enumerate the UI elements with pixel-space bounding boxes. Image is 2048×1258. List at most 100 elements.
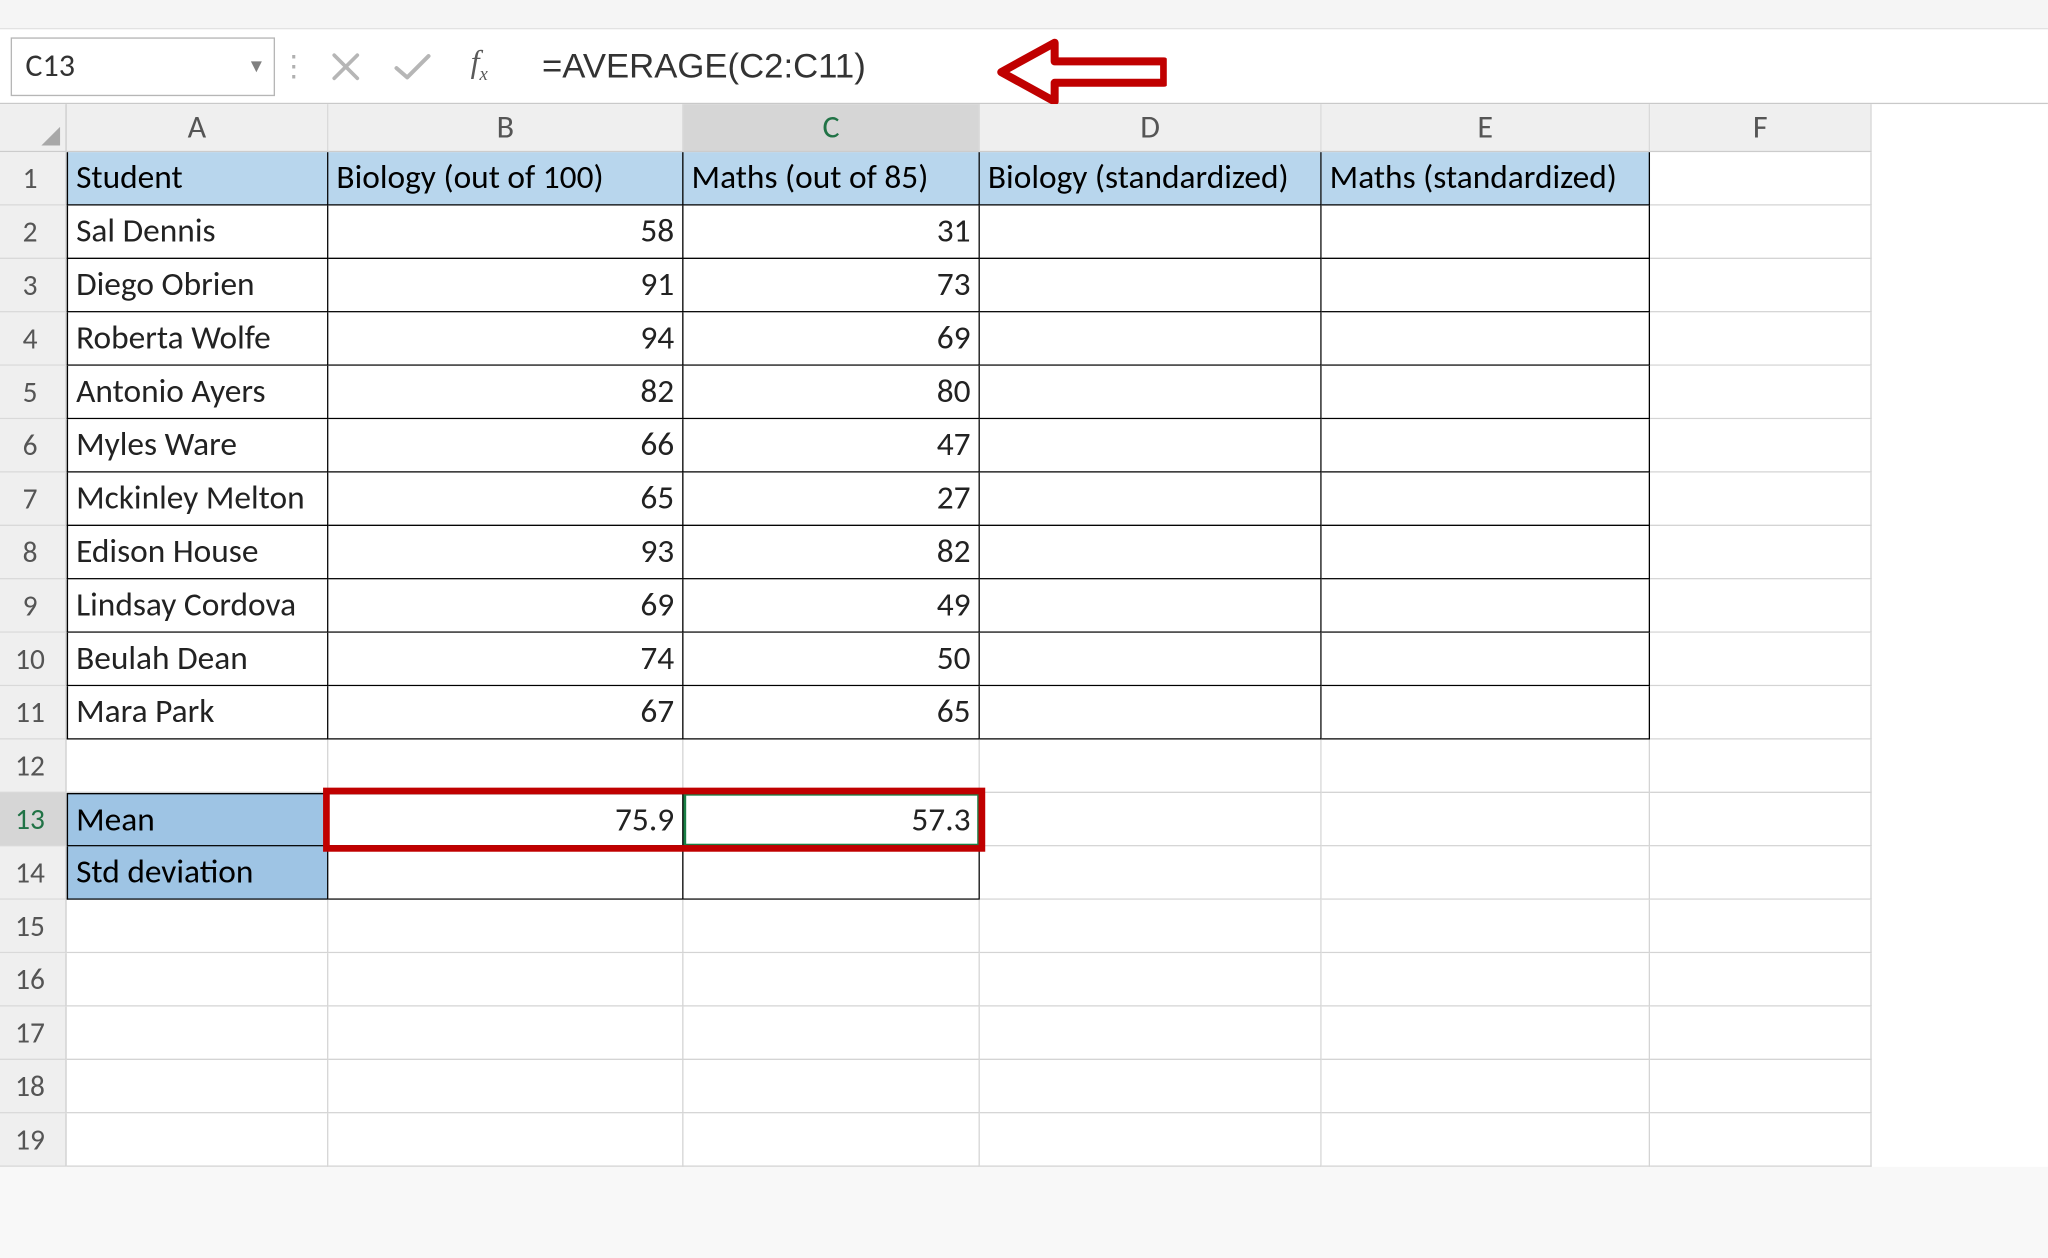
cell-F1[interactable] bbox=[1650, 152, 1872, 205]
cell-A16[interactable] bbox=[67, 953, 329, 1006]
cell-B14[interactable] bbox=[328, 846, 683, 899]
cell-D18[interactable] bbox=[980, 1060, 1322, 1113]
row-header-2[interactable]: 2 bbox=[0, 206, 67, 259]
enter-formula-button[interactable] bbox=[379, 39, 446, 92]
cell-F15[interactable] bbox=[1650, 900, 1872, 953]
cell-E16[interactable] bbox=[1322, 953, 1650, 1006]
cell-F18[interactable] bbox=[1650, 1060, 1872, 1113]
select-all-corner[interactable] bbox=[0, 104, 67, 152]
cell-D2[interactable] bbox=[980, 206, 1322, 259]
cell-E5[interactable] bbox=[1322, 366, 1650, 419]
cell-B17[interactable] bbox=[328, 1007, 683, 1060]
cell-C11[interactable]: 65 bbox=[684, 686, 980, 739]
cell-C5[interactable]: 80 bbox=[684, 366, 980, 419]
cell-A19[interactable] bbox=[67, 1113, 329, 1166]
cell-D15[interactable] bbox=[980, 900, 1322, 953]
cell-B18[interactable] bbox=[328, 1060, 683, 1113]
cell-B5[interactable]: 82 bbox=[328, 366, 683, 419]
row-header-5[interactable]: 5 bbox=[0, 366, 67, 419]
cell-D1[interactable]: Biology (standardized) bbox=[980, 152, 1322, 205]
row-header-11[interactable]: 11 bbox=[0, 686, 67, 739]
cell-D5[interactable] bbox=[980, 366, 1322, 419]
cell-D4[interactable] bbox=[980, 312, 1322, 365]
row-header-10[interactable]: 10 bbox=[0, 633, 67, 686]
cell-E11[interactable] bbox=[1322, 686, 1650, 739]
cell-F5[interactable] bbox=[1650, 366, 1872, 419]
cell-D19[interactable] bbox=[980, 1113, 1322, 1166]
cell-D16[interactable] bbox=[980, 953, 1322, 1006]
cell-D13[interactable] bbox=[980, 793, 1322, 846]
cell-E12[interactable] bbox=[1322, 740, 1650, 793]
cell-E2[interactable] bbox=[1322, 206, 1650, 259]
grid[interactable]: 1 Student Biology (out of 100) Maths (ou… bbox=[0, 152, 2048, 1167]
cell-F8[interactable] bbox=[1650, 526, 1872, 579]
name-box-dropdown-icon[interactable]: ▼ bbox=[247, 55, 266, 78]
cell-D3[interactable] bbox=[980, 259, 1322, 312]
cell-E10[interactable] bbox=[1322, 633, 1650, 686]
cell-C16[interactable] bbox=[684, 953, 980, 1006]
cell-B15[interactable] bbox=[328, 900, 683, 953]
insert-function-button[interactable]: fx bbox=[446, 39, 513, 92]
row-header-17[interactable]: 17 bbox=[0, 1007, 67, 1060]
row-header-3[interactable]: 3 bbox=[0, 259, 67, 312]
cell-A14[interactable]: Std deviation bbox=[67, 846, 329, 899]
cell-E9[interactable] bbox=[1322, 579, 1650, 632]
cell-E3[interactable] bbox=[1322, 259, 1650, 312]
cancel-formula-button[interactable] bbox=[312, 39, 379, 92]
formula-input[interactable] bbox=[513, 37, 2040, 96]
row-header-19[interactable]: 19 bbox=[0, 1113, 67, 1166]
cell-E17[interactable] bbox=[1322, 1007, 1650, 1060]
cell-C1[interactable]: Maths (out of 85) bbox=[684, 152, 980, 205]
cell-C17[interactable] bbox=[684, 1007, 980, 1060]
cell-A15[interactable] bbox=[67, 900, 329, 953]
cell-A7[interactable]: Mckinley Melton bbox=[67, 473, 329, 526]
cell-A13[interactable]: Mean bbox=[67, 793, 329, 846]
row-header-12[interactable]: 12 bbox=[0, 740, 67, 793]
cell-B16[interactable] bbox=[328, 953, 683, 1006]
cell-A6[interactable]: Myles Ware bbox=[67, 419, 329, 472]
cell-D17[interactable] bbox=[980, 1007, 1322, 1060]
cell-C13[interactable]: 57.3 bbox=[684, 793, 980, 846]
cell-E13[interactable] bbox=[1322, 793, 1650, 846]
cell-B8[interactable]: 93 bbox=[328, 526, 683, 579]
cell-C12[interactable] bbox=[684, 740, 980, 793]
cell-D14[interactable] bbox=[980, 846, 1322, 899]
cell-A17[interactable] bbox=[67, 1007, 329, 1060]
cell-C19[interactable] bbox=[684, 1113, 980, 1166]
cell-A4[interactable]: Roberta Wolfe bbox=[67, 312, 329, 365]
row-header-7[interactable]: 7 bbox=[0, 473, 67, 526]
cell-A3[interactable]: Diego Obrien bbox=[67, 259, 329, 312]
worksheet[interactable]: A B C D E F 1 Student Biology (out of 10… bbox=[0, 104, 2048, 1167]
cell-F11[interactable] bbox=[1650, 686, 1872, 739]
cell-F2[interactable] bbox=[1650, 206, 1872, 259]
cell-F9[interactable] bbox=[1650, 579, 1872, 632]
row-header-18[interactable]: 18 bbox=[0, 1060, 67, 1113]
cell-F14[interactable] bbox=[1650, 846, 1872, 899]
cell-D8[interactable] bbox=[980, 526, 1322, 579]
cell-A12[interactable] bbox=[67, 740, 329, 793]
cell-F16[interactable] bbox=[1650, 953, 1872, 1006]
cell-E15[interactable] bbox=[1322, 900, 1650, 953]
cell-A2[interactable]: Sal Dennis bbox=[67, 206, 329, 259]
cell-F6[interactable] bbox=[1650, 419, 1872, 472]
cell-C3[interactable]: 73 bbox=[684, 259, 980, 312]
cell-C10[interactable]: 50 bbox=[684, 633, 980, 686]
cell-D6[interactable] bbox=[980, 419, 1322, 472]
cell-D7[interactable] bbox=[980, 473, 1322, 526]
cell-A9[interactable]: Lindsay Cordova bbox=[67, 579, 329, 632]
cell-C6[interactable]: 47 bbox=[684, 419, 980, 472]
cell-F3[interactable] bbox=[1650, 259, 1872, 312]
cell-F13[interactable] bbox=[1650, 793, 1872, 846]
cell-B13[interactable]: 75.9 bbox=[328, 793, 683, 846]
cell-D9[interactable] bbox=[980, 579, 1322, 632]
cell-F4[interactable] bbox=[1650, 312, 1872, 365]
cell-E14[interactable] bbox=[1322, 846, 1650, 899]
cell-C9[interactable]: 49 bbox=[684, 579, 980, 632]
cell-F17[interactable] bbox=[1650, 1007, 1872, 1060]
cell-F7[interactable] bbox=[1650, 473, 1872, 526]
cell-E8[interactable] bbox=[1322, 526, 1650, 579]
cell-B19[interactable] bbox=[328, 1113, 683, 1166]
cell-B4[interactable]: 94 bbox=[328, 312, 683, 365]
row-header-4[interactable]: 4 bbox=[0, 312, 67, 365]
cell-B1[interactable]: Biology (out of 100) bbox=[328, 152, 683, 205]
